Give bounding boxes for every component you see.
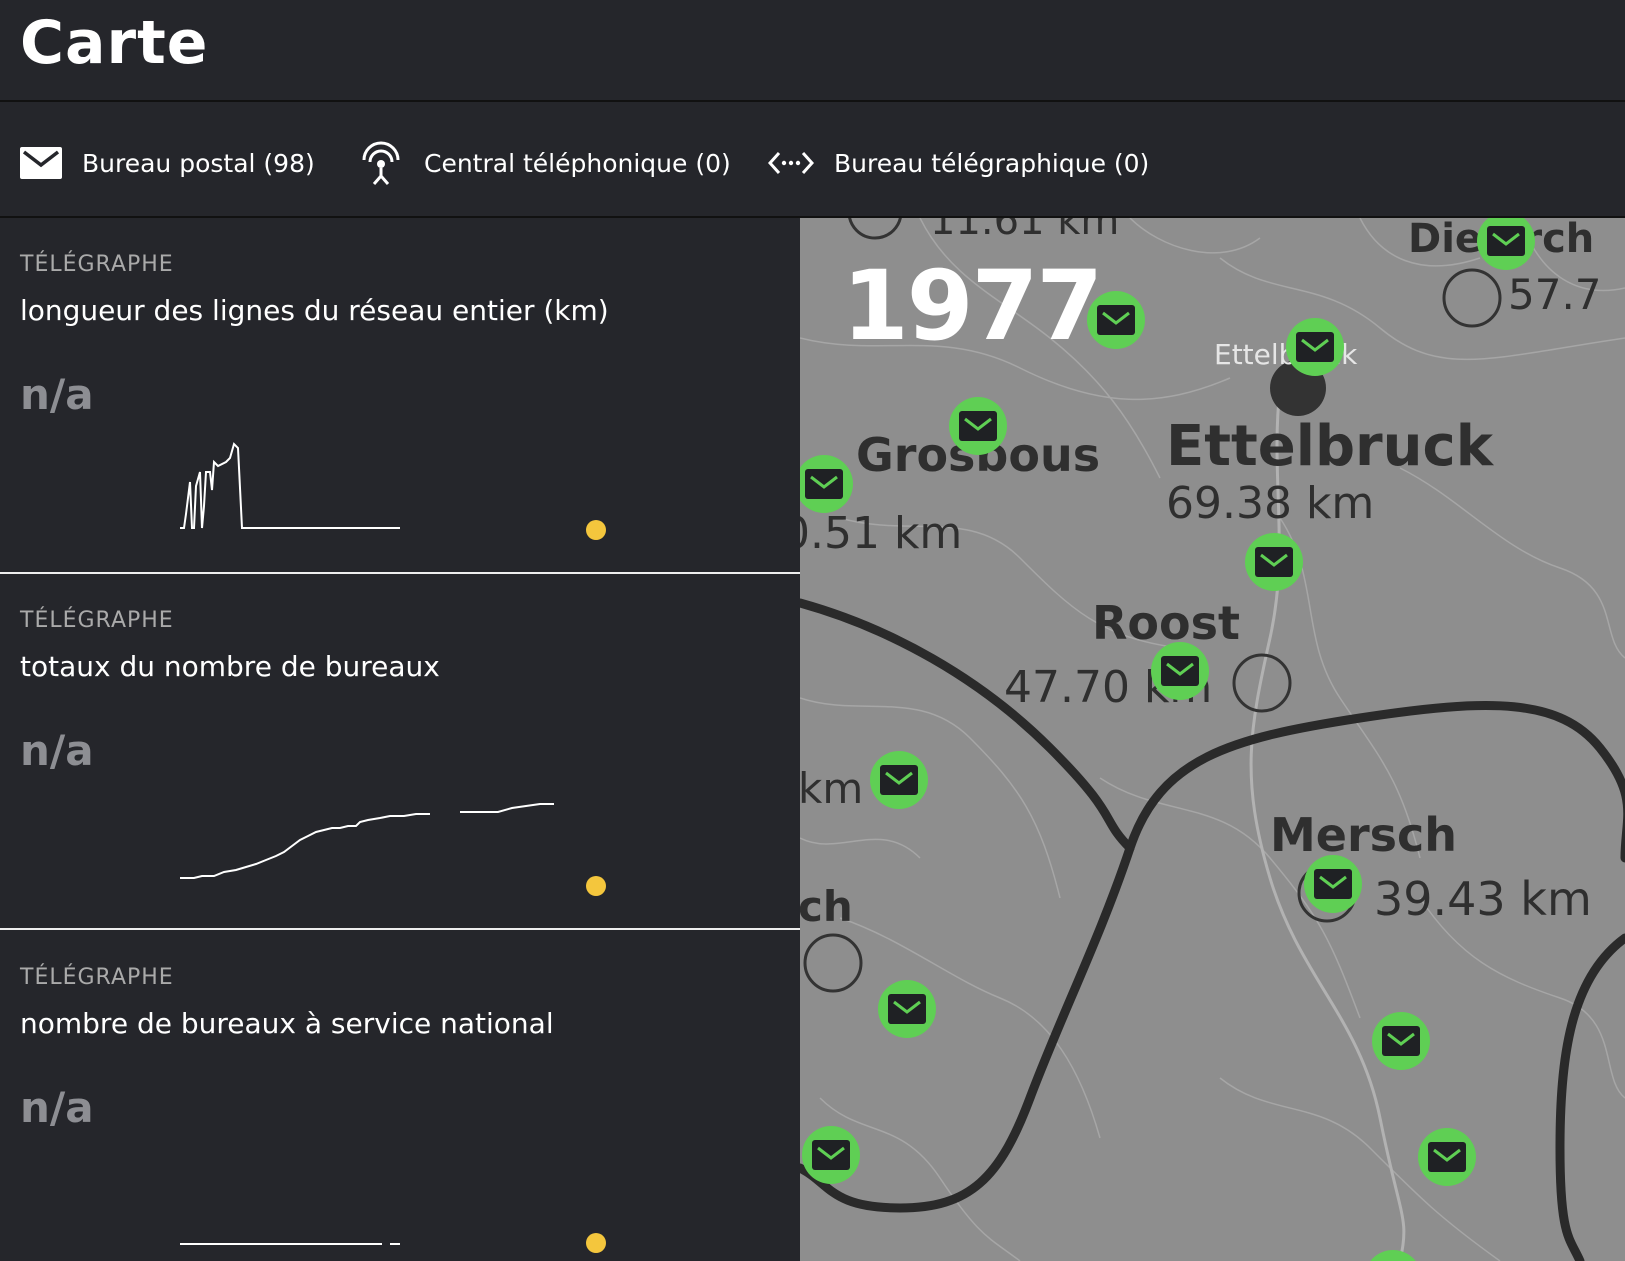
sparkline <box>180 1243 400 1245</box>
envelope-icon <box>20 147 62 179</box>
envelope-icon <box>1319 875 1347 889</box>
post-office-marker[interactable] <box>1418 1128 1476 1186</box>
place-label-ettelbruck: Ettelbruck <box>1166 414 1493 479</box>
map-view[interactable]: 11.61 km Diekirch 57.7 Ettelbruck Ettelb… <box>800 218 1625 1261</box>
post-office-marker[interactable] <box>1372 1012 1430 1070</box>
place-distance-label: 11.61 km <box>930 218 1120 244</box>
place-partial-label: ch <box>800 882 853 931</box>
year-label: 1977 <box>842 250 1103 362</box>
post-office-marker[interactable] <box>949 397 1007 455</box>
place-distance-grosbous: 0.51 km <box>800 508 963 559</box>
page-title: Carte <box>20 8 209 78</box>
envelope-icon <box>964 417 992 431</box>
legend-label: Bureau télégraphique (0) <box>834 148 1150 178</box>
place-label-mersch: Mersch <box>1270 808 1458 862</box>
stat-card[interactable]: TÉLÉGRAPHE nombre de bureaux à service n… <box>0 931 800 1261</box>
card-title: totaux du nombre de bureaux <box>20 650 440 683</box>
legend-label: Bureau postal (98) <box>82 148 315 178</box>
status-dot <box>586 1233 606 1253</box>
envelope-icon <box>893 1000 921 1014</box>
card-kicker: TÉLÉGRAPHE <box>20 252 174 277</box>
envelope-icon <box>1492 232 1520 246</box>
legend-item-central-telephonique[interactable]: Central téléphonique (0) <box>358 140 731 186</box>
legend-bar: Bureau postal (98) Central téléphonique … <box>0 102 1625 218</box>
telegraph-arrows-icon <box>768 148 814 178</box>
map-base <box>800 218 1625 1261</box>
card-value: n/a <box>20 1083 94 1132</box>
post-office-marker[interactable] <box>1087 291 1145 349</box>
stat-card[interactable]: TÉLÉGRAPHE totaux du nombre de bureaux n… <box>0 574 800 930</box>
envelope-icon <box>810 475 838 489</box>
antenna-icon <box>358 140 404 186</box>
post-office-marker[interactable] <box>1245 533 1303 591</box>
place-partial-label: km <box>800 764 864 813</box>
place-distance-ettelbruck: 69.38 km <box>1166 478 1375 529</box>
envelope-icon <box>1102 311 1130 325</box>
card-title: longueur des lignes du réseau entier (km… <box>20 294 609 327</box>
card-title: nombre de bureaux à service national <box>20 1007 554 1040</box>
legend-item-bureau-telegraphique[interactable]: Bureau télégraphique (0) <box>768 140 1149 186</box>
place-label-roost: Roost <box>1092 596 1240 650</box>
card-value: n/a <box>20 726 94 775</box>
post-office-marker[interactable] <box>1304 855 1362 913</box>
stats-panel: TÉLÉGRAPHE longueur des lignes du réseau… <box>0 218 800 1261</box>
post-office-marker[interactable] <box>1286 318 1344 376</box>
post-office-marker[interactable] <box>878 980 936 1038</box>
envelope-icon <box>1260 553 1288 567</box>
stat-card[interactable]: TÉLÉGRAPHE longueur des lignes du réseau… <box>0 218 800 574</box>
envelope-icon <box>1166 662 1194 676</box>
place-distance-diekirch: 57.7 <box>1508 270 1602 319</box>
legend-item-bureau-postal[interactable]: Bureau postal (98) <box>20 140 315 186</box>
card-kicker: TÉLÉGRAPHE <box>20 608 174 633</box>
legend-label: Central téléphonique (0) <box>424 148 731 178</box>
post-office-marker[interactable] <box>870 751 928 809</box>
sparkline <box>180 803 554 879</box>
envelope-icon <box>1433 1148 1461 1162</box>
post-office-marker[interactable] <box>1151 642 1209 700</box>
envelope-icon <box>1301 338 1329 352</box>
post-office-marker[interactable] <box>802 1126 860 1184</box>
status-dot <box>586 876 606 896</box>
app-header: Carte <box>0 0 1625 102</box>
envelope-icon <box>1387 1032 1415 1046</box>
card-kicker: TÉLÉGRAPHE <box>20 965 174 990</box>
status-dot <box>586 520 606 540</box>
sparkline <box>180 442 400 529</box>
card-value: n/a <box>20 370 94 419</box>
envelope-icon <box>817 1146 845 1160</box>
envelope-icon <box>885 771 913 785</box>
place-distance-mersch: 39.43 km <box>1374 872 1592 926</box>
